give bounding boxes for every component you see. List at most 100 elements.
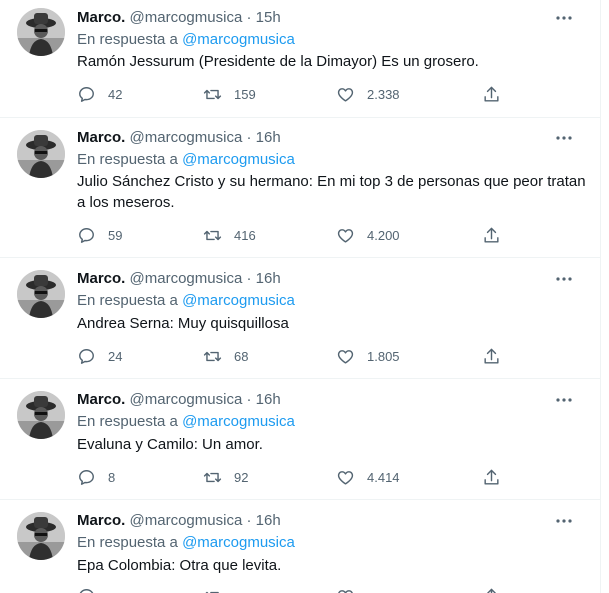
avatar[interactable] [17,8,65,56]
separator: · [246,270,252,287]
retweet-icon [203,351,222,361]
like-icon [337,470,354,485]
tweet-actions: 42 159 2.338 [77,84,517,104]
avatar[interactable] [17,391,65,439]
more-icon[interactable] [554,269,574,289]
timestamp[interactable]: 15h [256,9,281,26]
share-icon [486,588,497,593]
author-name[interactable]: Marco. [77,129,125,146]
like-button[interactable] [336,586,355,593]
tweet[interactable]: Marco. @marcogmusica · 15h En respuesta … [0,0,600,118]
reply-button[interactable]: 24 [77,346,122,366]
share-button[interactable] [482,225,501,245]
author-handle[interactable]: @marcogmusica [130,512,243,529]
retweet-icon [203,230,222,240]
retweet-count: 92 [234,469,249,485]
share-button[interactable] [482,586,501,593]
tweet-header: Marco. @marcogmusica · 16h [77,269,281,289]
reply-to-link[interactable]: @marcogmusica [182,31,295,48]
like-button[interactable]: 4.414 [336,467,400,487]
timestamp[interactable]: 16h [256,129,281,146]
share-icon [484,348,499,364]
retweet-button[interactable]: 68 [203,346,248,366]
reply-to-link[interactable]: @marcogmusica [182,151,295,168]
like-icon [337,349,354,364]
like-count: 2.338 [367,86,400,102]
author-name[interactable]: Marco. [77,9,125,26]
timestamp[interactable]: 16h [256,391,281,408]
avatar[interactable] [17,512,65,560]
retweet-count: 159 [234,86,256,102]
tweet[interactable]: Marco. @marcogmusica · 16h En respuesta … [0,379,600,500]
tweet-actions: 8 92 4.414 [77,467,517,487]
avatar[interactable] [17,130,65,178]
reply-count: 42 [108,86,123,102]
reply-count: 59 [108,227,123,243]
like-count: 4.200 [367,227,400,243]
share-button[interactable] [482,467,501,487]
share-icon [484,86,499,102]
reply-prefix: En respuesta a [77,292,178,309]
retweet-button[interactable]: 92 [203,467,248,487]
more-icon[interactable] [554,8,574,28]
reply-prefix: En respuesta a [77,151,178,168]
share-button[interactable] [482,84,501,104]
share-button[interactable] [482,346,501,366]
more-icon[interactable] [554,390,574,410]
author-name[interactable]: Marco. [77,270,125,287]
reply-count: 24 [108,348,123,364]
tweet-header: Marco. @marcogmusica · 16h [77,390,281,410]
author-handle[interactable]: @marcogmusica [130,270,243,287]
reply-icon [79,469,94,485]
separator: · [246,9,252,26]
reply-button[interactable] [77,586,96,593]
author-handle[interactable]: @marcogmusica [130,9,243,26]
separator: · [246,391,252,408]
like-button[interactable]: 4.200 [336,225,400,245]
retweet-button[interactable]: 159 [203,84,256,104]
reply-count: 8 [108,469,116,485]
reply-button[interactable]: 8 [77,467,115,487]
reply-to-link[interactable]: @marcogmusica [182,292,295,309]
timestamp[interactable]: 16h [256,512,281,529]
reply-context: En respuesta a @marcogmusica [77,291,295,311]
reply-context: En respuesta a @marcogmusica [77,412,295,432]
more-icon[interactable] [554,511,574,531]
reply-to-link[interactable]: @marcogmusica [182,534,295,551]
share-icon [484,469,499,485]
tweet-actions [77,586,517,593]
retweet-button[interactable] [203,586,222,593]
retweet-count: 416 [234,227,256,243]
tweet[interactable]: Marco. @marcogmusica · 16h En respuesta … [0,500,600,593]
tweet[interactable]: Marco. @marcogmusica · 16h En respuesta … [0,258,600,379]
author-name[interactable]: Marco. [77,512,125,529]
timestamp[interactable]: 16h [256,270,281,287]
tweet-feed: Marco. @marcogmusica · 15h En respuesta … [0,0,601,593]
reply-icon [79,227,94,243]
author-name[interactable]: Marco. [77,391,125,408]
reply-icon [79,588,94,593]
tweet-text: Ramón Jessurum (Presidente de la Dimayor… [77,53,479,70]
more-icon[interactable] [554,128,574,148]
tweet-header: Marco. @marcogmusica · 16h [77,511,281,531]
retweet-icon [203,472,222,482]
reply-prefix: En respuesta a [77,31,178,48]
reply-button[interactable]: 59 [77,225,122,245]
like-icon [337,228,354,243]
tweet-header: Marco. @marcogmusica · 16h [77,128,281,148]
tweet[interactable]: Marco. @marcogmusica · 16h En respuesta … [0,118,600,258]
author-handle[interactable]: @marcogmusica [130,129,243,146]
reply-to-link[interactable]: @marcogmusica [182,413,295,430]
reply-prefix: En respuesta a [77,534,178,551]
like-icon [337,87,354,102]
reply-button[interactable]: 42 [77,84,122,104]
author-handle[interactable]: @marcogmusica [130,391,243,408]
reply-icon [79,86,94,102]
retweet-count: 68 [234,348,249,364]
like-button[interactable]: 2.338 [336,84,400,104]
reply-context: En respuesta a @marcogmusica [77,30,295,50]
avatar[interactable] [17,270,65,318]
separator: · [246,512,252,529]
retweet-button[interactable]: 416 [203,225,256,245]
like-button[interactable]: 1.805 [336,346,400,366]
